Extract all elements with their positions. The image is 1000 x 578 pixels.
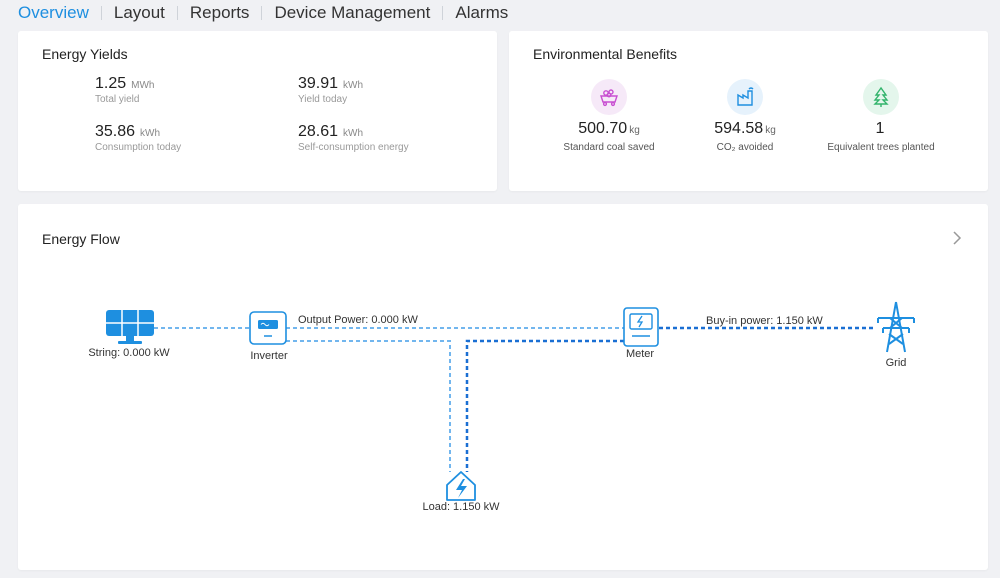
output-power-label: Output Power: 0.000 kW (298, 314, 418, 326)
yield-total-label: Total yield (95, 94, 140, 105)
coal-cart-icon (591, 79, 627, 115)
environmental-benefits-title: Environmental Benefits (533, 46, 677, 62)
trees-planted-label: Equivalent trees planted (827, 142, 935, 153)
flow-line-meter-load (465, 339, 624, 472)
tab-reports[interactable]: Reports (190, 3, 250, 23)
benefit-coal: 500.70 kg Standard coal saved (534, 79, 684, 153)
energy-flow-diagram (106, 301, 915, 501)
co2-avoided-value: 594.58 (714, 120, 764, 137)
inverter-icon[interactable] (249, 311, 287, 345)
environmental-benefits-card: Environmental Benefits 500.70 kg Standard… (509, 31, 988, 191)
tab-divider (442, 6, 444, 20)
load-house-icon[interactable] (446, 471, 476, 501)
co2-avoided-unit: kg (765, 125, 776, 136)
consumption-today-unit: kWh (140, 128, 161, 139)
benefit-co2: 594.58 kg CO₂ avoided (670, 79, 820, 153)
coal-saved-unit: kg (629, 125, 640, 136)
yield-today-unit: kWh (343, 80, 364, 91)
coal-saved-label: Standard coal saved (563, 142, 655, 153)
consumption-today-label: Consumption today (95, 142, 182, 153)
benefit-trees: 1 Equivalent trees planted (806, 79, 956, 153)
grid-tower-icon[interactable] (877, 301, 915, 353)
factory-icon (727, 79, 763, 115)
yield-consumption-today: 35.86 kWh Consumption today (95, 123, 181, 153)
coal-saved-value: 500.70 (578, 120, 628, 137)
solar-panel-icon[interactable] (106, 310, 154, 344)
yield-self-consumption: 28.61 kWh Self-consumption energy (298, 123, 409, 153)
grid-label: Grid (885, 357, 907, 369)
tab-overview[interactable]: Overview (18, 3, 89, 23)
consumption-today-value: 35.86 (95, 123, 136, 140)
tab-divider (100, 6, 102, 20)
yield-total: 1.25 MWh Total yield (95, 75, 154, 105)
yield-total-unit: MWh (131, 80, 155, 91)
yield-today-value: 39.91 (298, 75, 339, 92)
co2-avoided-label: CO₂ avoided (716, 142, 774, 153)
trees-planted-value: 1 (875, 120, 885, 137)
buyin-power-label: Buy-in power: 1.150 kW (706, 315, 823, 327)
yield-today-label: Yield today (298, 94, 348, 105)
load-power-label: Load: 1.150 kW (422, 501, 500, 513)
energy-yields-title: Energy Yields (42, 46, 128, 62)
tab-device-management[interactable]: Device Management (274, 3, 430, 23)
tab-divider (176, 6, 178, 20)
flow-line-inverter-load (286, 340, 451, 472)
top-tabs: Overview Layout Reports Device Managemen… (18, 0, 508, 26)
tab-layout[interactable]: Layout (114, 3, 165, 23)
meter-label: Meter (625, 348, 655, 360)
yield-total-value: 1.25 (95, 75, 127, 92)
meter-icon[interactable] (623, 307, 659, 347)
tree-icon (863, 79, 899, 115)
self-consumption-value: 28.61 (298, 123, 339, 140)
self-consumption-unit: kWh (343, 128, 364, 139)
string-power-label: String: 0.000 kW (88, 347, 170, 359)
tab-divider (261, 6, 263, 20)
inverter-label: Inverter (250, 350, 288, 362)
energy-flow-card: Energy Flow String: 0.000 kW Inverter Me… (18, 204, 988, 570)
self-consumption-label: Self-consumption energy (298, 142, 409, 153)
energy-yields-card: Energy Yields 1.25 MWh Total yield 39.91 k… (18, 31, 497, 191)
tab-alarms[interactable]: Alarms (455, 3, 508, 23)
yield-today: 39.91 kWh Yield today (298, 75, 363, 105)
